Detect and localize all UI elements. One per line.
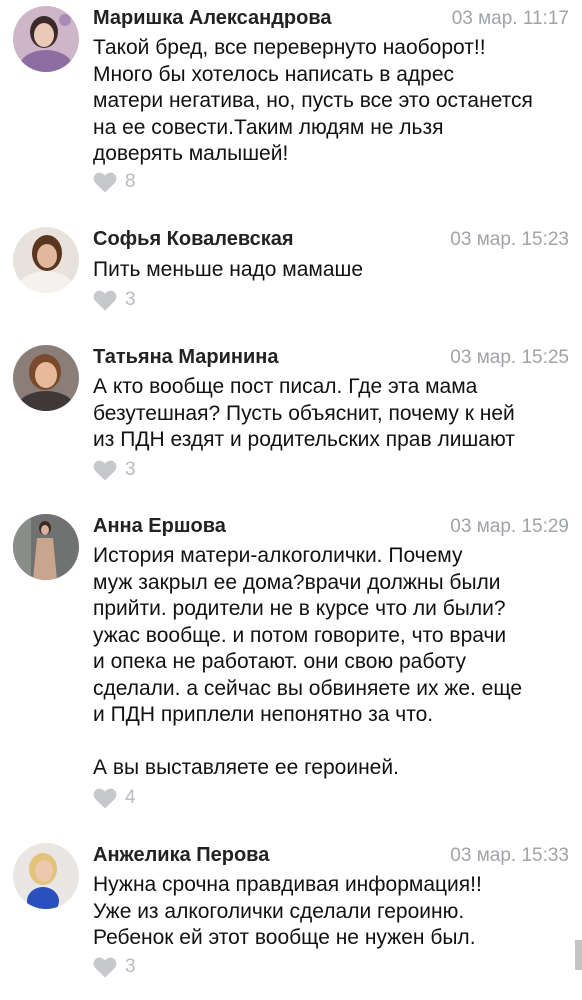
comment-text-line: и опека не работают. они свою работу bbox=[93, 650, 466, 673]
comment-text-line: муж закрыл ее дома?врачи должны были bbox=[93, 570, 501, 594]
like-button[interactable]: 8 bbox=[93, 170, 136, 194]
avatar[interactable] bbox=[13, 345, 79, 411]
avatar[interactable] bbox=[13, 514, 79, 580]
comment-text-line: матери негатива, но, пусть все это остан… bbox=[93, 89, 533, 112]
comment-text-line: и ПДН приплели непонятно за что. bbox=[93, 703, 434, 726]
heart-icon bbox=[93, 957, 117, 977]
comment-text-line: Ребенок ей этот вообще не нужен был. bbox=[93, 926, 476, 949]
comment-time: 03 мар. 15:29 bbox=[450, 516, 569, 537]
like-count: 4 bbox=[125, 787, 136, 808]
like-count: 3 bbox=[125, 956, 136, 977]
like-count: 8 bbox=[125, 171, 136, 192]
comment-text-line: Такой бред, все перевернуто наоборот!! bbox=[93, 36, 486, 59]
like-count: 3 bbox=[125, 459, 136, 480]
avatar[interactable] bbox=[13, 6, 79, 72]
like-count: 3 bbox=[125, 289, 136, 310]
heart-icon bbox=[93, 172, 117, 192]
comment-text-line: сделали. а сейчас вы обвиняете их же. ещ… bbox=[93, 676, 523, 700]
comment-time: 03 мар. 15:23 bbox=[450, 229, 569, 250]
like-button[interactable]: 4 bbox=[93, 786, 136, 810]
comment-text-line: Уже из алкоголички сделали героиню. bbox=[93, 899, 465, 923]
heart-icon bbox=[93, 290, 117, 310]
comment-time: 03 мар. 15:25 bbox=[450, 347, 569, 368]
like-button[interactable]: 3 bbox=[93, 458, 136, 482]
comment-author[interactable]: Маришка Александрова bbox=[93, 6, 332, 30]
comment-text-line: История матери-алкоголички. Почему bbox=[93, 544, 463, 567]
like-button[interactable]: 3 bbox=[93, 288, 136, 312]
heart-icon bbox=[93, 460, 117, 480]
comment-text-line: доверять малышей! bbox=[93, 142, 289, 165]
heart-icon bbox=[93, 788, 117, 808]
comment-author[interactable]: Анжелика Перова bbox=[93, 843, 269, 867]
comment-author[interactable]: Анна Ершова bbox=[93, 514, 226, 538]
like-button[interactable]: 3 bbox=[93, 955, 136, 979]
comment-author[interactable]: Софья Ковалевская bbox=[93, 227, 294, 251]
comment-text-line: Много бы хотелось написать в адрес bbox=[93, 62, 454, 86]
avatar[interactable] bbox=[13, 227, 79, 293]
comment-text: Такой бред, все перевернуто наоборот!! М… bbox=[93, 35, 569, 168]
comment-text: Пить меньше надо мамаше bbox=[93, 257, 569, 284]
comment-text-line: на ее совести.Таким людям не льзя bbox=[93, 115, 444, 139]
scrollbar-thumb[interactable] bbox=[575, 940, 582, 970]
comment-text-line: безутешная? Пусть объяснит, почему к ней bbox=[93, 401, 515, 425]
comment-text-line: А кто вообще пост писал. Где эта мама bbox=[93, 375, 478, 398]
comment-text-line: ужас вообще. и потом говорите, что врачи bbox=[93, 623, 507, 647]
comment-time: 03 мар. 11:17 bbox=[451, 8, 569, 29]
comment-text-line: А вы выставляете ее героиней. bbox=[93, 756, 399, 779]
comment-text-line: прийти. родители не в курсе что ли были? bbox=[93, 597, 506, 620]
avatar[interactable] bbox=[13, 843, 79, 909]
comment-text-line: Нужна срочна правдивая информация!! bbox=[93, 873, 482, 896]
comment-text: А кто вообще пост писал. Где эта мама бе… bbox=[93, 374, 569, 454]
comment-time: 03 мар. 15:33 bbox=[450, 845, 569, 866]
comment-text: История матери-алкоголички. Почему муж з… bbox=[93, 543, 569, 782]
comment-text-line bbox=[93, 729, 569, 756]
comment-author[interactable]: Татьяна Маринина bbox=[93, 345, 278, 369]
comment-text-line: из ПДН ездят и родительских прав лишают bbox=[93, 428, 515, 451]
comment-text-line: Пить меньше надо мамаше bbox=[93, 258, 364, 281]
comment-text: Нужна срочна правдивая информация!! Уже … bbox=[93, 872, 569, 952]
